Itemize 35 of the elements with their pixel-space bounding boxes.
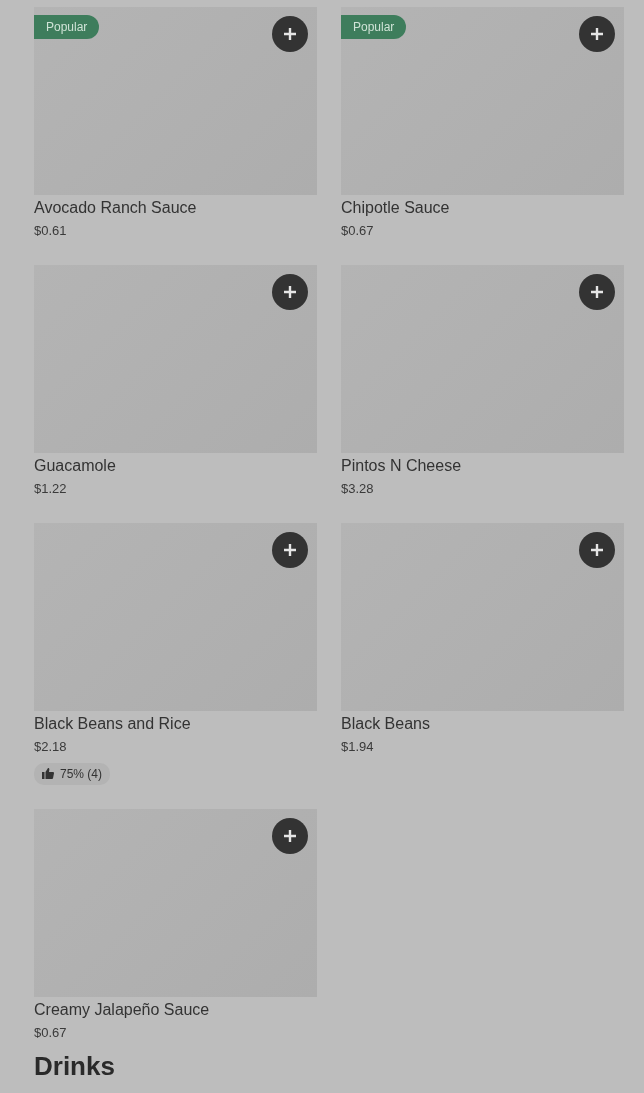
item-name: Guacamole [34,456,117,476]
plus-icon [590,285,604,299]
plus-icon [283,27,297,41]
rating-pill: 75% (4) [34,762,111,785]
item-price: $2.18 [34,738,68,756]
section-heading: Drinks [34,1053,116,1079]
item-name: Chipotle Sauce [341,198,451,218]
plus-icon [283,285,297,299]
item-price: $1.94 [341,738,375,756]
plus-icon [590,543,604,557]
add-button[interactable] [272,532,308,568]
item-name: Avocado Ranch Sauce [34,198,198,218]
plus-icon [283,829,297,843]
item-price: $3.28 [341,480,375,498]
item-name: Black Beans and Rice [34,714,192,734]
item-name: Pintos N Cheese [341,456,463,476]
add-button[interactable] [272,818,308,854]
plus-icon [283,543,297,557]
item-image[interactable]: Popular [341,7,624,195]
plus-icon [590,27,604,41]
add-button[interactable] [579,274,615,310]
add-button[interactable] [272,16,308,52]
add-button[interactable] [579,16,615,52]
add-button[interactable] [272,274,308,310]
item-price: $0.67 [34,1024,68,1042]
popular-badge: Popular [341,15,407,39]
item-image[interactable]: Popular [34,7,317,195]
item-price: $0.61 [34,222,68,240]
item-name: Creamy Jalapeño Sauce [34,1000,211,1020]
item-price: $0.67 [341,222,375,240]
item-price: $1.22 [34,480,68,498]
add-button[interactable] [579,532,615,568]
thumbs-up-icon [42,768,54,779]
item-name: Black Beans [341,714,431,734]
popular-badge: Popular [34,15,100,39]
